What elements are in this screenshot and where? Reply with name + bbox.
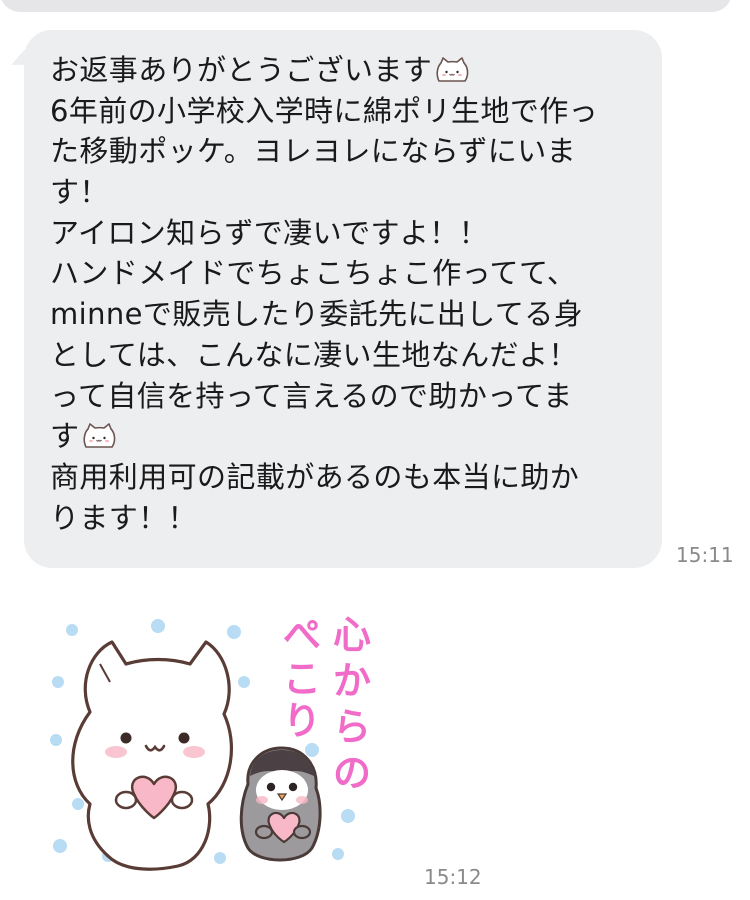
message-line: アイロン知らずで凄いですよ！！ [50,213,640,254]
message-text: としては、こんなに凄い生地なんだよ！ [50,337,578,372]
sticker-caption-char: ぺ [283,613,321,657]
message-line: って自信を持って言えるので助かってま [50,376,640,417]
message-bubble[interactable]: お返事ありがとうございます 6年前の小学校入学時に綿ポリ生地で作っ た移動ポッケ。ヨ… [24,30,662,568]
message-line: す [50,416,640,457]
message-text: minneで販売したり委託先に出してる身 [50,297,584,332]
message-line: す！ [50,172,640,213]
message-line: お返事ありがとうございます [50,50,640,91]
message-text: す！ [50,175,109,210]
previous-message-bubble[interactable] [0,0,732,12]
chat-screen: お返事ありがとうございます 6年前の小学校入学時に綿ポリ生地で作っ た移動ポッケ。ヨ… [0,0,750,900]
message-line: た移動ポッケ。ヨレヨレにならずにいま [50,131,640,172]
cat-face-icon [81,419,117,448]
message-line: 商用利用可の記載があるのも本当に助か [50,457,640,498]
message-text: す [50,419,80,454]
penguin-icon [239,746,322,862]
cat-icon [71,640,234,871]
sticker-caption-char: の [333,751,371,795]
message-text: 商用利用可の記載があるのも本当に助か [50,459,580,494]
message-line: ります！！ [50,498,640,539]
message-line: minneで販売したり委託先に出してる身 [50,294,640,335]
message-text: って自信を持って言えるので助かってま [50,378,573,413]
message-line: 6年前の小学校入学時に綿ポリ生地で作っ [50,91,640,132]
message-text: た移動ポッケ。ヨレヨレにならずにいま [50,134,577,169]
message-line: ハンドメイドでちょこちょこ作ってて、 [50,253,640,294]
message-text: ります！！ [50,500,198,535]
sticker-caption-char: り [283,699,321,743]
sticker-image[interactable]: 心 か ら の ぺ こ り [38,608,378,888]
message-text: 6年前の小学校入学時に綿ポリ生地で作っ [50,93,599,128]
message-text: お返事ありがとうございます [50,53,433,87]
sticker-caption-char: 心 [333,613,371,657]
sticker-timestamp: 15:12 [424,865,482,889]
message-text: ハンドメイドでちょこちょこ作ってて、 [50,256,577,291]
message-timestamp: 15:11 [676,543,734,567]
sticker-caption-char: ら [333,705,371,749]
message-line: としては、こんなに凄い生地なんだよ！ [50,335,640,376]
received-message[interactable]: お返事ありがとうございます 6年前の小学校入学時に綿ポリ生地で作っ た移動ポッケ。ヨ… [7,30,662,568]
sticker-caption-char: か [333,659,371,703]
message-text: アイロン知らずで凄いですよ！！ [50,215,489,250]
sticker-caption-char: こ [283,657,321,701]
cat-face-icon [434,53,470,82]
